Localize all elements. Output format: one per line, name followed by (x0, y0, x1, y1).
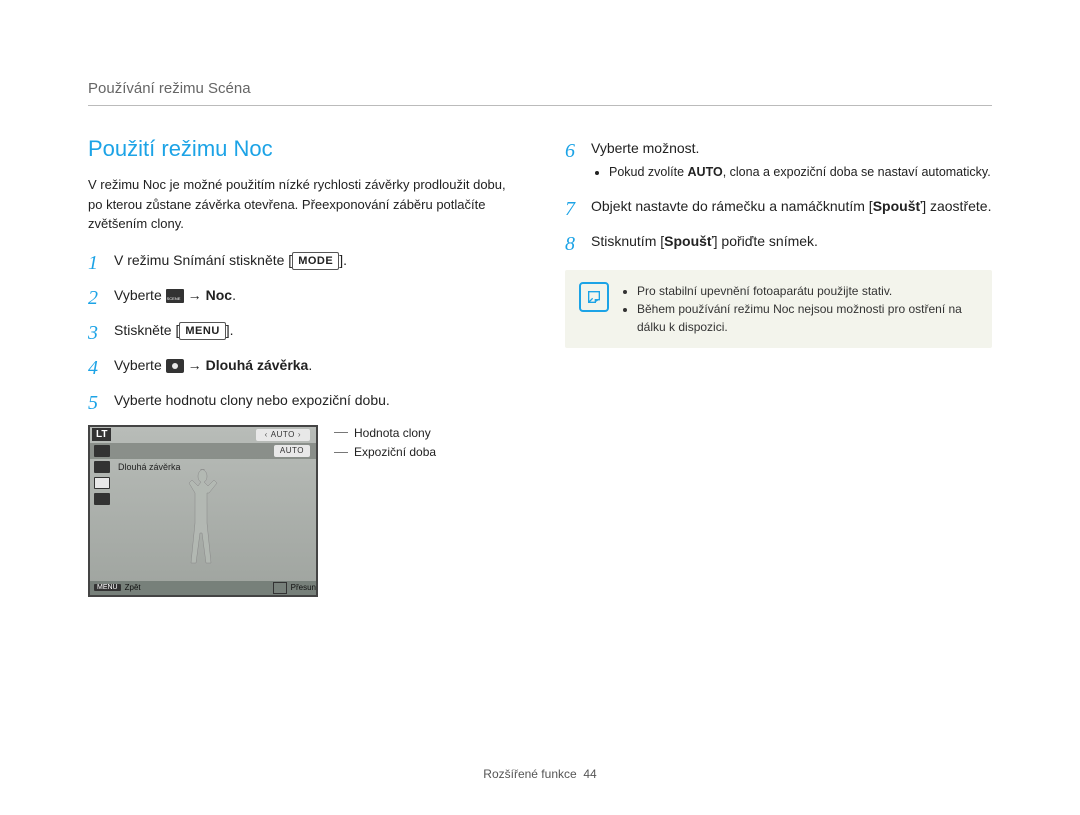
shutter-bold: Spoušť (664, 233, 714, 249)
steps-right: 6 Vyberte možnost. Pokud zvolíte AUTO, c… (565, 138, 992, 252)
mode-button-label: MODE (292, 252, 339, 270)
step-text: Vyberte možnost. (591, 140, 699, 156)
lcd-nav-icon (273, 582, 287, 594)
step-number: 5 (88, 388, 110, 418)
step-number: 6 (565, 136, 587, 166)
step-4: 4 Vyberte →Dlouhá závěrka. (88, 355, 515, 376)
chevron-right-icon: › (298, 430, 301, 439)
lcd-auto-text: AUTO (271, 430, 295, 439)
step-text: ] pořiďte snímek. (714, 233, 818, 249)
step-text: ]. (339, 252, 347, 268)
step-text: ]. (226, 322, 234, 338)
step-text: Stisknutím [ (591, 233, 664, 249)
lcd-menu-tag: MENU (94, 584, 121, 591)
step-number: 8 (565, 229, 587, 259)
callout-exposure: Expoziční doba (354, 444, 436, 461)
step-8: 8 Stisknutím [Spoušť] pořiďte snímek. (565, 231, 992, 252)
left-column: Použití režimu Noc V režimu Noc je možné… (88, 136, 515, 597)
step-text: Stiskněte [ (114, 322, 179, 338)
step-3: 3 Stiskněte [MENU]. (88, 320, 515, 341)
step-number: 3 (88, 318, 110, 348)
step-target: Dlouhá závěrka (206, 357, 309, 373)
lcd-move-text: Přesun (291, 583, 316, 592)
lcd-auto-pill: ‹ AUTO › (256, 429, 310, 441)
lcd-auto-pill-2: AUTO (274, 445, 310, 457)
section-title: Použití režimu Noc (88, 136, 515, 162)
callout-aperture: Hodnota clony (354, 425, 431, 442)
note-icon (579, 282, 609, 312)
note-box: Pro stabilní upevnění fotoaparátu použij… (565, 270, 992, 348)
right-column: 6 Vyberte možnost. Pokud zvolíte AUTO, c… (565, 136, 992, 597)
step-2: 2 Vyberte →Noc. (88, 285, 515, 306)
footer-page-number: 44 (583, 767, 596, 781)
lcd-illustration-wrap: LT ‹ AUTO › AUTO (88, 425, 515, 597)
lcd-back-text: Zpět (125, 583, 141, 592)
step-6: 6 Vyberte možnost. Pokud zvolíte AUTO, c… (565, 138, 992, 182)
lcd-plus-icon (94, 477, 110, 489)
arrow-icon: → (188, 287, 202, 303)
substep-text: Pokud zvolíte (609, 165, 688, 179)
step-5: 5 Vyberte hodnotu clony nebo expoziční d… (88, 390, 515, 411)
intro-text: V režimu Noc je možné použitím nízké ryc… (88, 175, 515, 234)
step-target: Noc (206, 287, 232, 303)
step-text: ] zaostřete. (922, 198, 991, 214)
step-7: 7 Objekt nastavte do rámečku a namáčknut… (565, 196, 992, 217)
lcd-long-shutter-label: Dlouhá závěrka (118, 462, 181, 472)
shutter-bold: Spoušť (873, 198, 923, 214)
lcd-grid-icon (94, 461, 110, 473)
menu-button-label: MENU (179, 322, 225, 340)
lcd-auto-text: AUTO (280, 446, 304, 455)
lcd-size-icon (94, 445, 110, 457)
step-number: 4 (88, 353, 110, 383)
step-text: V režimu Snímání stiskněte [ (114, 252, 292, 268)
step-text: Objekt nastavte do rámečku a namáčknutím… (591, 198, 873, 214)
note-item: Pro stabilní upevnění fotoaparátu použij… (637, 282, 978, 300)
step-number: 2 (88, 283, 110, 313)
note-list: Pro stabilní upevnění fotoaparátu použij… (621, 282, 978, 336)
page-header: Používání režimu Scéna (88, 80, 992, 106)
lcd-callouts: Hodnota clony Expoziční doba (334, 425, 436, 465)
chevron-left-icon: ‹ (265, 430, 268, 439)
lcd-screen: LT ‹ AUTO › AUTO (88, 425, 318, 597)
step-number: 7 (565, 194, 587, 224)
steps-left: 1 V režimu Snímání stiskněte [MODE]. 2 V… (88, 250, 515, 411)
note-item: Během používání režimu Noc nejsou možnos… (637, 300, 978, 336)
arrow-icon: → (188, 357, 202, 373)
footer-section: Rozšířené funkce (483, 767, 576, 781)
camera-icon (166, 359, 184, 373)
step-6-sub: Pokud zvolíte AUTO, clona a expoziční do… (609, 163, 992, 182)
step-text: Vyberte hodnotu clony nebo expoziční dob… (114, 392, 390, 408)
lcd-lt-badge: LT (92, 428, 111, 441)
page-footer: Rozšířené funkce 44 (0, 767, 1080, 781)
lcd-hand-icon (94, 493, 110, 505)
lcd-bottom-bar: MENU Zpět Přesun (90, 581, 316, 595)
step-text: Vyberte (114, 287, 166, 303)
step-number: 1 (88, 248, 110, 278)
person-silhouette-icon (180, 469, 220, 579)
scene-icon (166, 289, 184, 303)
auto-bold: AUTO (688, 165, 723, 179)
substep-text: , clona a expoziční doba se nastaví auto… (723, 165, 991, 179)
step-1: 1 V režimu Snímání stiskněte [MODE]. (88, 250, 515, 271)
step-text: Vyberte (114, 357, 166, 373)
